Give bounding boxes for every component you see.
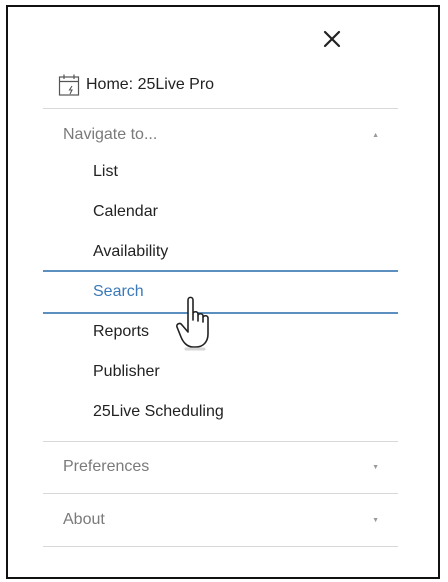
preferences-section-header[interactable]: Preferences ▼: [63, 453, 393, 481]
home-link[interactable]: Home: 25Live Pro: [58, 70, 214, 100]
preferences-header-label: Preferences: [63, 458, 150, 475]
nav-item-publisher[interactable]: Publisher: [93, 363, 160, 381]
nav-item-25live-scheduling[interactable]: 25Live Scheduling: [93, 403, 224, 421]
close-button[interactable]: [320, 27, 344, 51]
about-section-header[interactable]: About ▼: [63, 506, 393, 534]
active-item-top-border: [43, 270, 398, 272]
nav-item-availability[interactable]: Availability: [93, 243, 168, 261]
divider: [43, 108, 398, 109]
divider: [43, 441, 398, 442]
divider: [43, 546, 398, 547]
navigate-section-header[interactable]: Navigate to... ▲: [63, 121, 393, 149]
chevron-up-icon: ▲: [372, 131, 379, 139]
home-label: Home: 25Live Pro: [86, 76, 215, 93]
chevron-down-icon: ▼: [372, 516, 379, 524]
divider: [43, 493, 398, 494]
navigate-header-label: Navigate to...: [63, 126, 158, 143]
nav-item-calendar[interactable]: Calendar: [93, 203, 158, 221]
navigation-menu-panel: Home: 25Live Pro Navigate to... ▲ List C…: [6, 5, 440, 579]
close-icon: [323, 30, 341, 48]
calendar-icon: [58, 74, 80, 96]
about-header-label: About: [63, 511, 105, 528]
nav-item-list[interactable]: List: [93, 163, 118, 181]
chevron-down-icon: ▼: [372, 463, 379, 471]
nav-item-search[interactable]: Search: [93, 283, 144, 301]
hand-pointer-cursor-icon: [176, 296, 209, 351]
nav-item-reports[interactable]: Reports: [93, 323, 149, 341]
